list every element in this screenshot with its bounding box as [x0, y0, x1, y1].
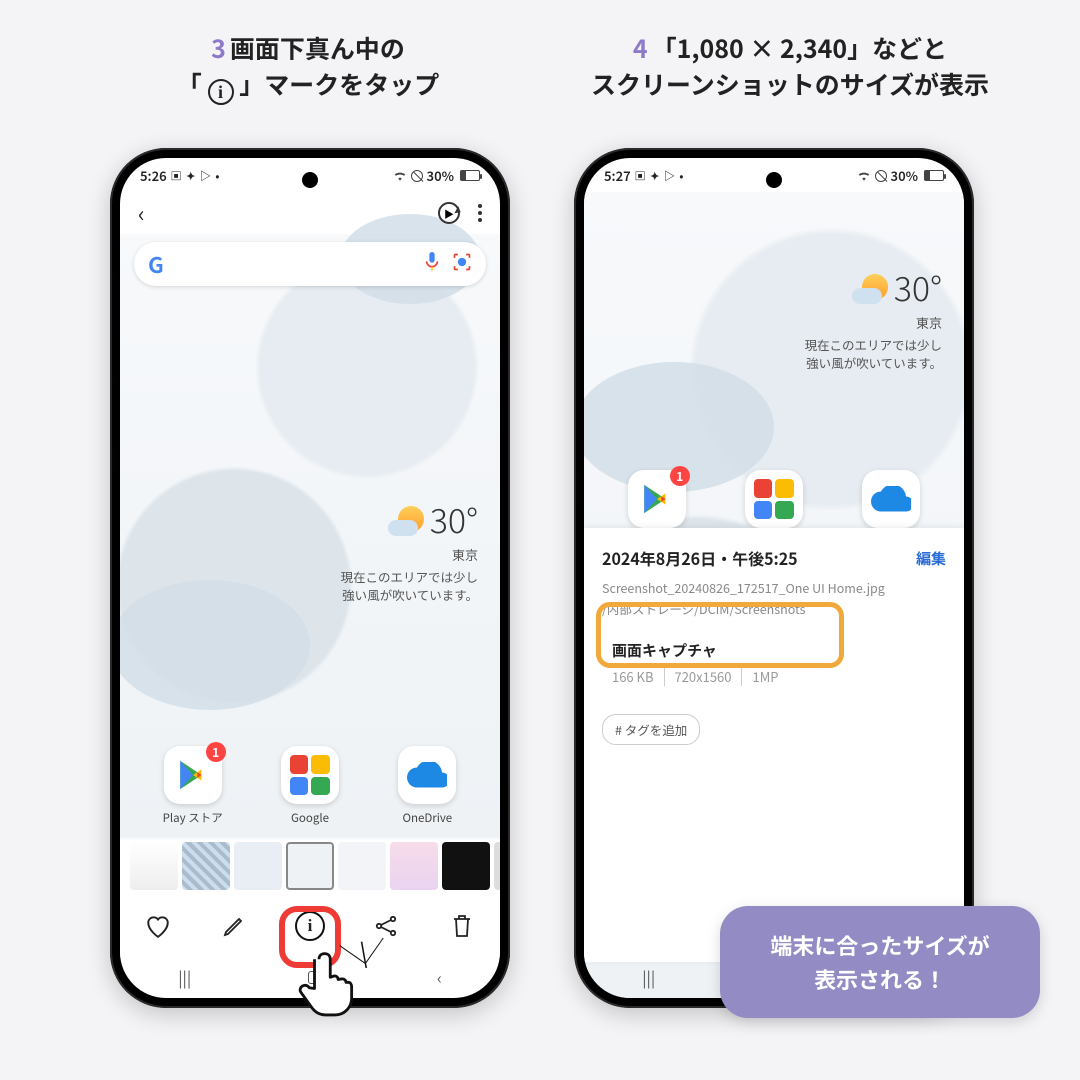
detail-resolution: 720x1560: [664, 667, 732, 686]
home-apps-row: 1: [584, 470, 964, 534]
notification-badge: 1: [206, 742, 226, 762]
status-icons-left: ▣ ✦ ▷ •: [171, 168, 221, 184]
highlight-resolution: [596, 602, 844, 668]
favorite-button[interactable]: [141, 909, 175, 943]
edit-details-button[interactable]: 編集: [916, 548, 946, 569]
weather-widget: 30° 東京 現在このエリアでは少し強い風が吹いています。: [340, 494, 478, 604]
detail-filesize: 166 KB: [612, 667, 654, 686]
lens-icon: [452, 252, 472, 277]
remaster-button[interactable]: ▶: [438, 202, 460, 224]
phone-step3: 5:26 ▣ ✦ ▷ • 30% ‹ ▶ G: [110, 148, 510, 1008]
app-onedrive: [851, 470, 931, 534]
notification-badge: 1: [670, 466, 690, 486]
step3-caption: 3画面下真ん中の 「 i 」マークをタップ: [78, 30, 538, 105]
google-search-widget: G: [134, 242, 486, 286]
app-google-folder: Google: [270, 746, 350, 826]
battery-icon: [460, 170, 480, 181]
edit-button[interactable]: [217, 909, 251, 943]
screenshot-preview[interactable]: G 30° 東京 現在このエリアでは少し強い風が吹いています。: [120, 234, 500, 840]
app-onedrive: OneDrive: [387, 746, 467, 826]
status-icons-left: ▣ ✦ ▷ •: [635, 168, 685, 184]
nav-recents[interactable]: |||: [642, 965, 655, 989]
phone-step4: 5:27 ▣ ✦ ▷ • 30% 30° 東京 現在このエリアでは少し強い風が吹…: [574, 148, 974, 1008]
status-time: 5:27: [604, 166, 631, 185]
app-playstore: 1 Play ストア: [153, 746, 233, 826]
front-camera: [302, 172, 318, 188]
battery-pct: 30%: [891, 166, 918, 185]
step4-caption: 4「1,080 × 2,340」などと スクリーンショットのサイズが表示: [560, 30, 1020, 103]
tap-hand-icon: [292, 948, 364, 1020]
back-button[interactable]: ‹: [138, 197, 145, 229]
nav-recents[interactable]: |||: [178, 965, 191, 989]
weather-widget: 30° 東京 現在このエリアでは少し強い風が吹いています。: [804, 262, 942, 372]
app-google-folder: [734, 470, 814, 534]
google-logo-icon: G: [148, 248, 164, 280]
detail-filename: Screenshot_20240826_172517_One UI Home.j…: [602, 578, 946, 597]
info-icon: i: [208, 79, 234, 105]
battery-pct: 30%: [427, 166, 454, 185]
detail-megapixels: 1MP: [741, 667, 778, 686]
delete-button[interactable]: [445, 909, 479, 943]
weather-icon: [862, 274, 888, 300]
callout-bubble: 端末に合ったサイズが 表示される！: [720, 906, 1040, 1018]
nav-back[interactable]: ‹: [437, 965, 442, 989]
dnd-icon: [875, 170, 887, 182]
home-apps-row: 1 Play ストア Google OneDrive: [120, 746, 500, 826]
battery-icon: [924, 170, 944, 181]
details-panel: 2024年8月26日・午後5:25 編集 Screenshot_20240826…: [584, 528, 964, 962]
status-time: 5:26: [140, 166, 167, 185]
add-tag-button[interactable]: # タグを追加: [602, 714, 700, 745]
gallery-appbar: ‹ ▶: [120, 187, 500, 235]
wifi-icon: [857, 170, 871, 181]
weather-icon: [398, 506, 424, 532]
thumbnail-strip[interactable]: [120, 838, 500, 894]
detail-date: 2024年8月26日・午後5:25: [602, 546, 798, 570]
app-playstore: 1: [617, 470, 697, 534]
more-button[interactable]: [478, 204, 482, 222]
dnd-icon: [411, 170, 423, 182]
wifi-icon: [393, 170, 407, 181]
front-camera: [766, 172, 782, 188]
mic-icon: [424, 252, 440, 277]
